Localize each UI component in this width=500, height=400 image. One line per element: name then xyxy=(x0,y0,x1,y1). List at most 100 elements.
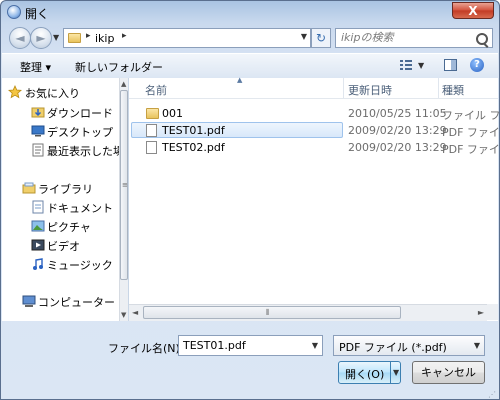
file-name: TEST02.pdf xyxy=(162,141,225,154)
music-icon xyxy=(31,257,45,271)
navigation-pane-scrollbar[interactable]: ▲ ≡ ▼ xyxy=(119,78,128,321)
navigation-row: ◄ ► ▼ ▸ ikip ▸ ▼ ↻ ikipの検索 xyxy=(1,26,499,50)
dialog-footer: ファイル名(N): TEST01.pdf ▼ PDF ファイル (*.pdf) … xyxy=(2,322,498,400)
nav-item-label: ミュージック xyxy=(47,259,113,272)
new-folder-button[interactable]: 新しいフォルダー xyxy=(75,59,163,75)
chevron-down-icon[interactable]: ▼ xyxy=(393,368,399,377)
view-dropdown-icon[interactable]: ▼ xyxy=(418,61,424,70)
recent-places-icon xyxy=(31,143,45,157)
video-icon xyxy=(31,238,45,252)
recent-locations-dropdown-icon[interactable]: ▼ xyxy=(53,33,59,42)
filename-label: ファイル名(N): xyxy=(108,342,184,355)
view-options-icon[interactable] xyxy=(400,60,412,70)
nav-item-music[interactable]: ミュージック xyxy=(2,255,118,273)
cancel-button[interactable]: キャンセル xyxy=(412,361,485,384)
resize-grip-icon[interactable]: ⋰ xyxy=(488,391,496,399)
file-name: TEST01.pdf xyxy=(162,124,225,137)
nav-item-label: ビデオ xyxy=(47,240,80,253)
column-divider[interactable] xyxy=(438,78,439,98)
chevron-down-icon[interactable]: ▼ xyxy=(312,341,318,350)
file-row-test02[interactable]: TEST02.pdf 2009/02/20 13:29 PDF ファイ xyxy=(129,139,500,156)
address-bar[interactable]: ▸ ikip ▸ ▼ xyxy=(63,28,311,48)
search-icon[interactable] xyxy=(476,33,488,45)
file-type-select[interactable]: PDF ファイル (*.pdf) ▼ xyxy=(333,335,485,356)
nav-item-computer[interactable]: コンピューター xyxy=(2,292,118,310)
nav-item-label: ライブラリ xyxy=(38,183,93,196)
window-title: 開く xyxy=(25,7,50,21)
file-date: 2010/05/25 11:05 xyxy=(348,107,447,120)
file-type: ファイル フ xyxy=(442,109,500,122)
open-button-label: 開く(O) xyxy=(345,368,385,381)
scrollbar-thumb[interactable]: ⦀ xyxy=(143,306,401,319)
file-list: ▲ 名前 更新日時 種類 001 2010/05/25 11:05 ファイル フ… xyxy=(129,76,500,321)
pictures-icon xyxy=(31,219,45,233)
nav-item-pictures[interactable]: ピクチャ xyxy=(2,217,118,235)
organize-button[interactable]: 整理 ▾ xyxy=(20,59,51,75)
nav-item-desktop[interactable]: デスクトップ xyxy=(2,122,118,140)
sort-ascending-icon: ▲ xyxy=(237,76,243,84)
nav-item-label: ピクチャ xyxy=(47,221,91,234)
nav-item-label: ドキュメント xyxy=(47,202,113,215)
open-file-dialog: 開く X ◄ ► ▼ ▸ ikip ▸ ▼ ↻ ikipの検索 整理 ▾ 新しい… xyxy=(0,0,500,400)
scroll-up-icon[interactable]: ▲ xyxy=(121,80,126,88)
navigation-pane: お気に入り ダウンロード デスクトップ 最近表示した場所 ライブラリ ドキュメン… xyxy=(2,78,129,321)
close-button[interactable]: X xyxy=(452,2,494,19)
grip-icon: ≡ xyxy=(122,181,128,189)
column-header-date[interactable]: 更新日時 xyxy=(348,82,392,98)
file-type-value: PDF ファイル (*.pdf) xyxy=(339,341,447,354)
column-divider[interactable] xyxy=(343,78,344,98)
search-input[interactable]: ikipの検索 xyxy=(335,28,493,48)
app-icon xyxy=(7,5,21,19)
nav-item-label: ダウンロード xyxy=(47,107,113,120)
nav-item-downloads[interactable]: ダウンロード xyxy=(2,103,118,121)
back-button[interactable]: ◄ xyxy=(9,27,31,49)
filename-field[interactable]: TEST01.pdf ▼ xyxy=(178,335,323,356)
chevron-down-icon[interactable]: ▼ xyxy=(474,341,480,350)
search-placeholder: ikipの検索 xyxy=(341,31,394,44)
filename-value: TEST01.pdf xyxy=(183,339,246,352)
nav-item-favorites[interactable]: お気に入り xyxy=(2,83,118,101)
folder-icon xyxy=(146,108,159,119)
command-bar: 整理 ▾ 新しいフォルダー ▼ ? xyxy=(2,53,498,79)
address-dropdown-icon[interactable]: ▼ xyxy=(301,32,307,41)
nav-item-label: コンピューター xyxy=(38,296,115,309)
preview-pane-icon[interactable] xyxy=(444,59,457,71)
library-icon xyxy=(22,181,36,195)
breadcrumb-ikip[interactable]: ikip xyxy=(95,32,114,45)
folder-icon xyxy=(68,33,81,43)
column-header-name[interactable]: 名前 xyxy=(145,82,167,98)
breadcrumb-separator-icon[interactable]: ▸ xyxy=(122,31,127,41)
refresh-button[interactable]: ↻ xyxy=(311,28,331,48)
forward-button[interactable]: ► xyxy=(30,27,52,49)
open-button[interactable]: 開く(O) ▼ xyxy=(338,361,401,384)
help-icon[interactable]: ? xyxy=(470,58,484,72)
title-bar: 開く X xyxy=(1,1,499,23)
pdf-file-icon xyxy=(146,141,157,154)
nav-item-label: お気に入り xyxy=(25,87,80,100)
scrollbar-thumb[interactable]: ≡ xyxy=(120,90,128,280)
file-date: 2009/02/20 13:29 xyxy=(348,124,447,137)
nav-item-label: 最近表示した場所 xyxy=(47,145,129,158)
scroll-down-icon[interactable]: ▼ xyxy=(121,311,126,319)
download-folder-icon xyxy=(31,105,45,119)
column-header-type[interactable]: 種類 xyxy=(442,82,464,98)
file-type: PDF ファイ xyxy=(442,126,500,139)
column-headers: ▲ 名前 更新日時 種類 xyxy=(129,76,498,99)
nav-item-videos[interactable]: ビデオ xyxy=(2,236,118,254)
file-date: 2009/02/20 13:29 xyxy=(348,141,447,154)
grip-icon: ⦀ xyxy=(266,308,270,317)
scroll-right-icon[interactable]: ► xyxy=(478,308,484,317)
scroll-left-icon[interactable]: ◄ xyxy=(132,308,138,317)
nav-item-recent-places[interactable]: 最近表示した場所 xyxy=(2,141,128,159)
nav-item-label: デスクトップ xyxy=(47,126,113,139)
breadcrumb-separator-icon[interactable]: ▸ xyxy=(86,31,91,41)
desktop-icon xyxy=(31,124,45,138)
star-icon xyxy=(8,85,22,99)
documents-icon xyxy=(31,200,45,214)
horizontal-scrollbar[interactable]: ◄ ⦀ ► xyxy=(129,304,487,321)
computer-icon xyxy=(22,294,36,308)
file-row-test01[interactable]: TEST01.pdf 2009/02/20 13:29 PDF ファイ xyxy=(129,122,500,139)
nav-item-documents[interactable]: ドキュメント xyxy=(2,198,118,216)
nav-item-libraries[interactable]: ライブラリ xyxy=(2,179,118,197)
file-row-001[interactable]: 001 2010/05/25 11:05 ファイル フ xyxy=(129,105,500,122)
